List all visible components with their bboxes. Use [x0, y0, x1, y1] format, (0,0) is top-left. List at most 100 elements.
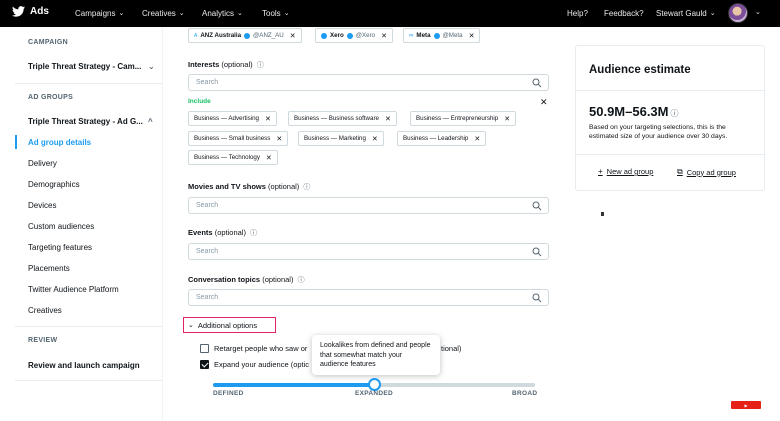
chevron-down-icon: ⌄ — [709, 9, 716, 17]
new-ad-group-button[interactable]: + New ad group — [598, 167, 653, 176]
remove-icon: ✕ — [504, 115, 511, 123]
expand-audience-label: Expand your audience (optic — [214, 360, 310, 369]
copy-icon: ⧉ — [677, 167, 683, 176]
interest-chip[interactable]: Business — Small business ✕ — [188, 131, 289, 146]
events-label: Events (optional) ⓘ — [188, 228, 258, 237]
info-icon: ⓘ — [670, 109, 679, 118]
sidebar-item-review-launch[interactable]: Review and launch campaign — [28, 361, 140, 370]
sidebar-item-ad-group-details[interactable]: Ad group details — [28, 138, 91, 147]
chevron-down-icon: ⌄ — [178, 9, 185, 17]
subscribe-badge: ▶ — [731, 401, 761, 409]
conversation-topics-search-input[interactable]: Search — [188, 289, 549, 306]
slider-fill — [213, 383, 374, 387]
include-label: Include — [188, 98, 211, 105]
interest-chip[interactable]: Business — Advertising ✕ — [188, 111, 277, 126]
info-icon: ⓘ — [256, 62, 264, 69]
menu-analytics[interactable]: Analytics ⌄ — [202, 9, 243, 18]
campaign-heading: CAMPAIGN — [28, 39, 68, 46]
verified-icon — [433, 32, 440, 39]
campaign-selector[interactable]: Triple Threat Strategy - Cam... ⌄ — [28, 62, 155, 71]
divider — [15, 83, 162, 84]
sidebar-item-creatives[interactable]: Creatives — [28, 306, 62, 315]
interest-chip[interactable]: Business — Technology ✕ — [188, 150, 278, 165]
search-icon — [532, 293, 542, 303]
audience-estimate-title: Audience estimate — [589, 64, 691, 76]
sidebar-item-twitter-audience-platform[interactable]: Twitter Audience Platform — [28, 285, 119, 294]
remove-icon: ✕ — [265, 154, 272, 162]
audience-description: Based on your targeting selections, this… — [589, 124, 728, 140]
retarget-checkbox[interactable] — [200, 344, 209, 353]
user-menu[interactable]: Stewart Gauld ⌄ — [656, 9, 716, 18]
follower-chip-anz[interactable]: A ANZ Australia @ANZ_AU ✕ — [188, 28, 302, 43]
divider — [576, 90, 764, 91]
follower-chip-xero[interactable]: Xero @Xero ✕ — [315, 28, 393, 43]
menu-tools[interactable]: Tools ⌄ — [262, 9, 290, 18]
avatar[interactable] — [728, 3, 748, 23]
brand-label: Ads — [30, 6, 49, 17]
sidebar-item-placements[interactable]: Placements — [28, 264, 70, 273]
ad-group-selector[interactable]: Triple Threat Strategy - Ad G... ^ — [28, 117, 153, 126]
ad-group-form: A ANZ Australia @ANZ_AU ✕ Xero @Xero ✕ ∞… — [175, 27, 560, 421]
chevron-down-icon: ⌄ — [237, 9, 243, 17]
audience-estimate-panel: Audience estimate 50.9M–56.3M ⓘ Based on … — [575, 45, 765, 191]
verified-icon — [244, 32, 251, 39]
info-icon: ⓘ — [250, 230, 258, 237]
info-icon: ⓘ — [303, 184, 311, 191]
audience-range: 50.9M–56.3M ⓘ — [589, 104, 679, 119]
help-link[interactable]: Help? — [567, 9, 588, 18]
close-icon[interactable]: ✕ — [540, 97, 548, 108]
divider — [15, 326, 162, 327]
interest-chip[interactable]: Business — Entrepreneurship ✕ — [410, 111, 517, 126]
divider — [15, 380, 162, 381]
interest-chip[interactable]: Business — Leadership ✕ — [397, 131, 487, 146]
chevron-down-icon: ⌄ — [188, 322, 194, 329]
events-search-input[interactable]: Search — [188, 243, 549, 260]
remove-icon: ✕ — [371, 135, 378, 143]
sidebar-item-devices[interactable]: Devices — [28, 201, 56, 210]
ads-logo[interactable]: Ads — [12, 6, 49, 17]
remove-icon: ✕ — [265, 115, 271, 123]
chevron-down-icon: ⌄ — [148, 62, 155, 71]
search-icon — [532, 247, 542, 257]
menu-creatives[interactable]: Creatives ⌄ — [142, 9, 185, 18]
ad-groups-heading: AD GROUPS — [28, 94, 74, 101]
expand-audience-checkbox[interactable] — [200, 360, 209, 369]
remove-icon[interactable]: ✕ — [290, 32, 296, 40]
verified-icon — [346, 32, 353, 39]
search-icon — [532, 201, 542, 211]
avatar-chevron-icon[interactable]: ⌄ — [755, 9, 761, 17]
movies-search-input[interactable]: Search — [188, 197, 549, 214]
review-heading: REVIEW — [28, 337, 58, 344]
feedback-link[interactable]: Feedback? — [604, 9, 644, 18]
sidebar-item-demographics[interactable]: Demographics — [28, 180, 80, 189]
sidebar-item-custom-audiences[interactable]: Custom audiences — [28, 222, 94, 231]
follower-chip-meta[interactable]: ∞ Meta @Meta ✕ — [403, 28, 481, 43]
divider — [576, 154, 764, 155]
slider-label-broad: BROAD — [512, 390, 538, 397]
retarget-label-suffix: tional) — [441, 344, 462, 353]
copy-ad-group-button[interactable]: ⧉ Copy ad group — [677, 167, 736, 177]
info-icon: ⓘ — [297, 277, 305, 284]
remove-icon: ✕ — [276, 135, 283, 143]
active-indicator — [15, 135, 17, 149]
sidebar-item-targeting-features[interactable]: Targeting features — [28, 243, 92, 252]
slider-label-expanded: EXPANDED — [355, 390, 394, 397]
bird-icon — [12, 6, 25, 17]
conversation-topics-label: Conversation topics (optional) ⓘ — [188, 275, 305, 284]
mouse-cursor — [601, 212, 604, 216]
sidebar-item-delivery[interactable]: Delivery — [28, 159, 57, 168]
menu-campaigns[interactable]: Campaigns ⌄ — [75, 9, 124, 18]
xero-logo-icon — [321, 32, 327, 39]
top-nav: Ads Campaigns ⌄ Creatives ⌄ Analytics ⌄ Too… — [0, 0, 780, 27]
interest-chip[interactable]: Business — Business software ✕ — [288, 111, 397, 126]
remove-icon: ✕ — [474, 135, 481, 143]
remove-icon[interactable]: ✕ — [381, 32, 387, 40]
additional-options-toggle[interactable]: ⌄ Additional options — [183, 317, 276, 333]
remove-icon: ✕ — [384, 115, 391, 123]
plus-icon: + — [598, 167, 603, 176]
chevron-up-icon: ^ — [148, 117, 153, 126]
interest-chip[interactable]: Business — Marketing ✕ — [298, 131, 384, 146]
movies-label: Movies and TV shows (optional) ⓘ — [188, 182, 311, 191]
remove-icon[interactable]: ✕ — [469, 32, 475, 40]
interests-search-input[interactable]: Search — [188, 74, 549, 91]
